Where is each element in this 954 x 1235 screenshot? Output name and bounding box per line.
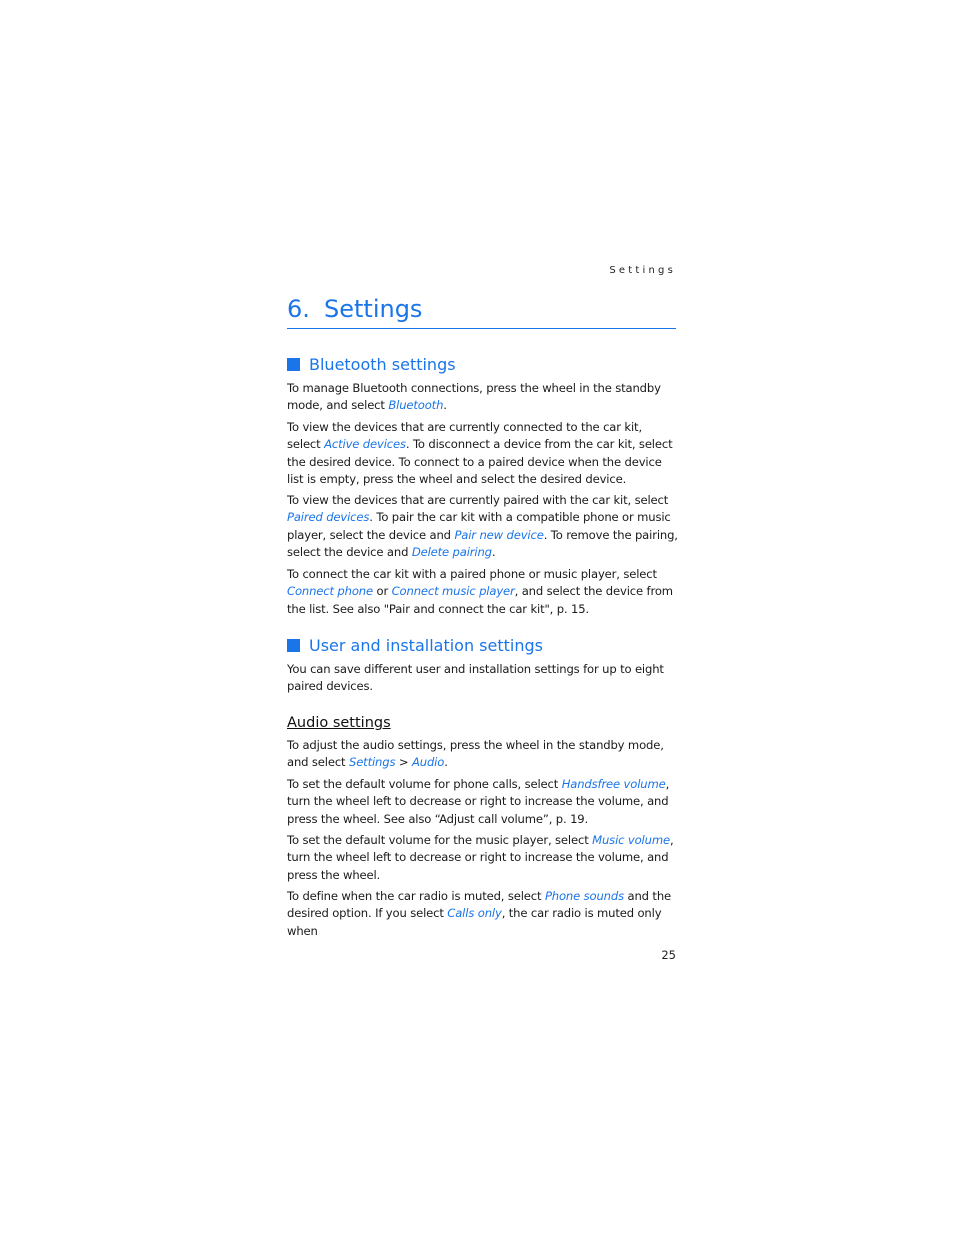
menu-reference: Handsfree volume	[561, 777, 666, 791]
square-bullet-icon	[287, 358, 300, 371]
menu-reference: Phone sounds	[544, 889, 624, 903]
paragraph: To view the devices that are currently c…	[287, 420, 673, 486]
chapter-title: 6. Settings	[287, 294, 676, 329]
paragraph: You can save different user and installa…	[287, 662, 664, 694]
section-title-user-installation: User and installation settings	[287, 636, 543, 656]
paragraph: To set the default volume for the music …	[287, 833, 674, 882]
menu-reference: Connect phone	[287, 584, 373, 599]
section-title-bluetooth: Bluetooth settings	[287, 355, 456, 375]
menu-reference: Connect music player	[391, 584, 515, 599]
menu-reference: Bluetooth	[388, 398, 444, 413]
menu-reference: Active devices	[324, 437, 406, 452]
menu-reference: Music volume	[592, 833, 670, 847]
menu-reference: Pair new device	[454, 527, 544, 542]
menu-reference: Calls only	[447, 906, 502, 921]
page-number: 25	[661, 948, 676, 962]
paragraph: To set the default volume for phone call…	[287, 777, 670, 826]
paragraph: To view the devices that are currently p…	[287, 493, 678, 559]
paragraph: To connect the car kit with a paired pho…	[287, 567, 673, 616]
paragraph: To adjust the audio settings, press the …	[287, 738, 664, 770]
subsection-title-audio: Audio settings	[287, 715, 391, 731]
paragraph: To define when the car radio is muted, s…	[287, 889, 671, 938]
section-title-text: User and installation settings	[309, 636, 543, 655]
chapter-title-text: Settings	[324, 295, 423, 323]
menu-reference: Audio	[411, 755, 445, 770]
menu-reference: Paired devices	[287, 510, 370, 525]
menu-reference: Delete pairing	[411, 544, 492, 559]
section-title-text: Bluetooth settings	[309, 355, 456, 374]
paragraph: To manage Bluetooth connections, press t…	[287, 381, 661, 413]
chapter-number: 6.	[287, 295, 310, 323]
square-bullet-icon	[287, 639, 300, 652]
running-head: Settings	[609, 265, 676, 276]
menu-reference: Settings	[348, 755, 396, 770]
